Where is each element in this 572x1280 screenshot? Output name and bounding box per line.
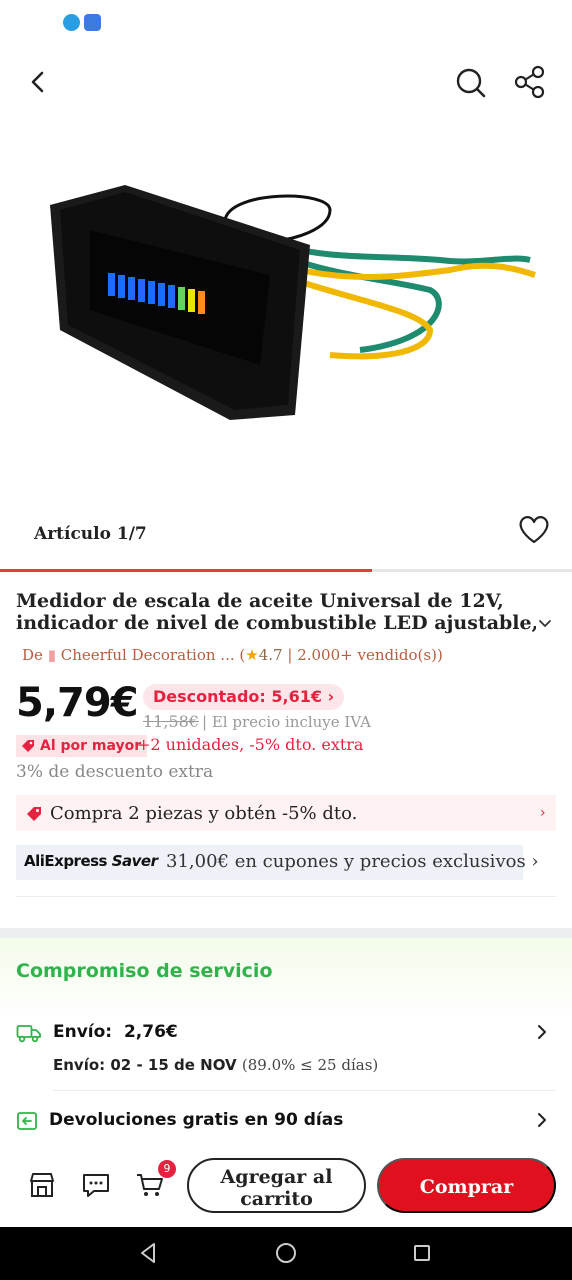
chevron-right-icon: › (327, 687, 335, 706)
share-icon[interactable] (510, 62, 550, 102)
search-icon[interactable] (452, 62, 490, 102)
chevron-right-icon: › (531, 851, 539, 872)
discount-badge[interactable]: Descontado: 5,61€ › (143, 684, 345, 710)
saver-logo-b: Saver (111, 852, 158, 870)
product-image[interactable] (30, 160, 550, 450)
shipping-label: Envío: (53, 1022, 113, 1042)
returns-icon (17, 1112, 37, 1130)
chevron-right-icon: › (540, 805, 546, 821)
bulk-label: Al por mayor (40, 738, 142, 754)
divider (53, 1090, 556, 1091)
section-separator (0, 928, 572, 938)
saver-text-value: 31,00€ en cupones y precios exclusivos (166, 851, 526, 872)
add-to-cart-button[interactable]: Agregar al carrito (187, 1158, 366, 1213)
star-icon: ★ (245, 646, 259, 664)
shipping-cost: 2,76€ (123, 1022, 178, 1042)
store-name[interactable]: Cheerful Decoration ... (61, 646, 235, 664)
bulk-badge: Al por mayor (16, 735, 148, 757)
divider (16, 896, 556, 897)
android-home-icon[interactable] (273, 1240, 299, 1266)
tax-note: | El precio incluye IVA (202, 713, 371, 731)
saver-logo-a: AliExpress (24, 852, 107, 870)
extra-discount: 3% de descuento extra (16, 762, 214, 782)
tax-note-text: El precio incluye IVA (211, 713, 371, 731)
cart-count-badge: 9 (158, 1160, 176, 1178)
gallery-counter: Artículo 1/7 (34, 524, 147, 544)
android-recents-icon[interactable] (409, 1240, 435, 1266)
shipping-dates-note: (89.0% ≤ 25 días) (241, 1056, 379, 1074)
buy-button[interactable]: Comprar (377, 1158, 556, 1213)
truck-icon (16, 1025, 41, 1043)
store-icon: ▮ (47, 646, 56, 664)
sold-count: 2.000+ vendido(s) (297, 646, 437, 664)
original-price: 11,58€ (143, 712, 199, 731)
back-arrow-icon[interactable] (22, 64, 54, 100)
service-title: Compromiso de servicio (16, 960, 273, 982)
shipping-row[interactable]: Envío: 2,76€ (53, 1022, 178, 1042)
gallery-progress-fill (0, 569, 372, 572)
app-icon (84, 14, 101, 31)
promo-text: Compra 2 piezas y obtén -5% dto. (50, 803, 358, 824)
status-bar (0, 0, 572, 46)
aliexpress-saver-logo: AliExpress Saver (24, 852, 158, 870)
chevron-right-icon[interactable] (534, 1022, 550, 1042)
store-line[interactable]: De ▮ Cheerful Decoration ... (★4.7 | 2.0… (22, 646, 443, 664)
store-rating: 4.7 (258, 646, 283, 664)
saver-row[interactable]: AliExpress Saver 31,00€ en cupones y pre… (16, 845, 539, 880)
telegram-icon (63, 14, 80, 31)
saver-text: 31,00€ en cupones y precios exclusivos › (166, 851, 539, 872)
chevron-right-icon[interactable] (534, 1110, 550, 1130)
tag-icon (22, 740, 34, 752)
chevron-down-icon[interactable] (536, 614, 554, 632)
gallery-progress-bar (0, 569, 572, 572)
returns-row[interactable]: Devoluciones gratis en 90 días (49, 1110, 343, 1130)
heart-icon[interactable] (516, 512, 552, 546)
product-title[interactable]: Medidor de escala de aceite Universal de… (16, 590, 561, 636)
discount-label: Descontado: 5,61€ (153, 687, 322, 706)
store-icon[interactable] (27, 1170, 57, 1200)
store-prefix: De (22, 646, 43, 664)
promo-row[interactable]: Compra 2 piezas y obtén -5% dto. › (16, 795, 556, 831)
chat-icon[interactable] (81, 1170, 111, 1200)
shipping-dates-label: Envío: 02 - 15 de NOV (53, 1056, 237, 1074)
shipping-dates: Envío: 02 - 15 de NOV (89.0% ≤ 25 días) (53, 1056, 378, 1074)
android-back-icon[interactable] (135, 1240, 161, 1266)
bulk-text: +2 unidades, -5% dto. extra (137, 735, 364, 754)
current-price: 5,79€ (16, 680, 139, 726)
tag-icon (27, 807, 41, 821)
